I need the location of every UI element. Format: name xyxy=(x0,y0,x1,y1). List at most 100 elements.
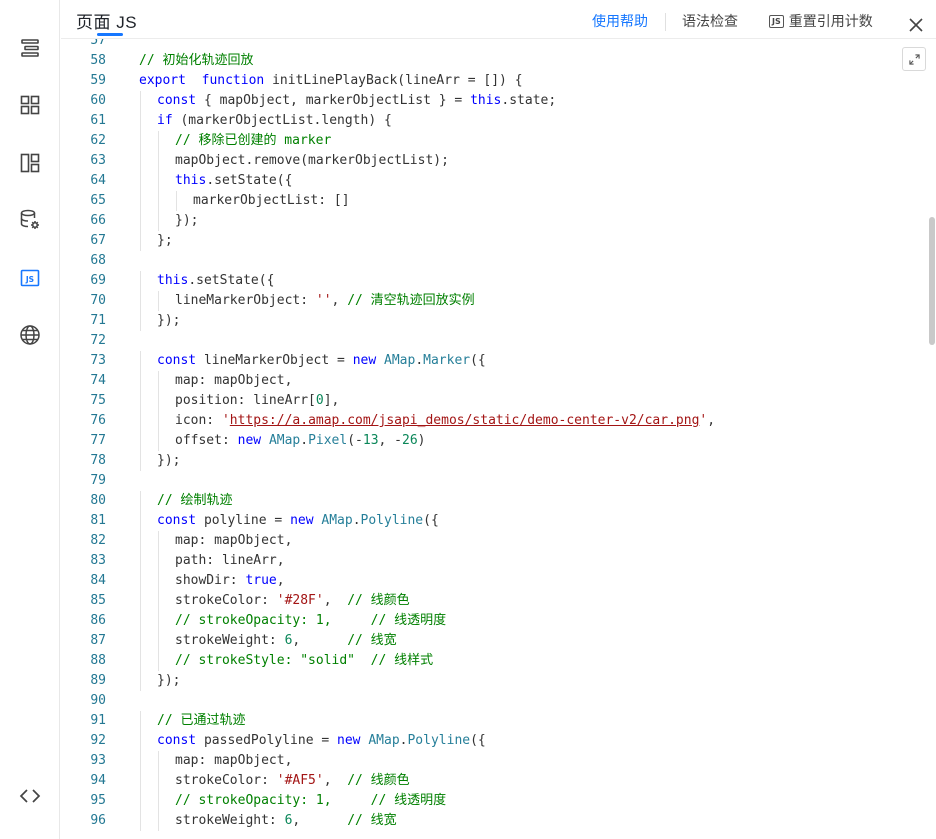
code-line[interactable]: 95 // strokeOpacity: 1, // 线透明度 xyxy=(61,791,936,811)
expand-icon[interactable] xyxy=(902,47,926,71)
line-code: const passedPolyline = new AMap.Polyline… xyxy=(157,731,486,751)
code-line[interactable]: 89}); xyxy=(61,671,936,691)
code-line[interactable]: 79 xyxy=(61,471,936,491)
indent-guide xyxy=(140,171,141,191)
code-token: showDir: xyxy=(175,573,246,588)
code-line[interactable]: 69 this.setState({ xyxy=(61,271,936,291)
code-line[interactable]: 77 offset: new AMap.Pixel(-13, -26) xyxy=(61,431,936,451)
code-token: // 线宽 xyxy=(347,813,397,828)
code-line[interactable]: 76 icon: 'https://a.amap.com/jsapi_demos/… xyxy=(61,411,936,431)
line-code: offset: new AMap.Pixel(-13, -26) xyxy=(175,431,426,451)
code-line[interactable]: 92 const passedPolyline = new AMap.Polyli… xyxy=(61,731,936,751)
code-line[interactable]: 58 // 初始化轨迹回放 xyxy=(61,51,936,71)
code-token: , xyxy=(331,293,348,308)
code-line[interactable]: 88 // strokeStyle: "solid" // 线样式 xyxy=(61,651,936,671)
code-token: AMap xyxy=(321,513,353,528)
code-line[interactable]: 59 export function initLinePlayBack(lineA… xyxy=(61,71,936,91)
indent-guide xyxy=(158,571,159,591)
line-code: // 已通过轨迹 xyxy=(157,711,245,731)
code-line[interactable]: 90 xyxy=(61,691,936,711)
code-token: const xyxy=(157,353,197,368)
page-js-tab[interactable]: 页面 JS xyxy=(76,8,137,33)
line-number: 96 xyxy=(90,813,106,828)
line-number: 77 xyxy=(90,433,106,448)
code-line[interactable]: 75 position: lineArr[0], xyxy=(61,391,936,411)
indent-guide xyxy=(140,611,141,631)
lint-check-button[interactable]: 语法检查 xyxy=(682,11,738,31)
code-line[interactable]: 70 lineMarkerObject: '', // 清空轨迹回放实例 xyxy=(61,291,936,311)
line-number: 90 xyxy=(90,693,106,708)
code-line[interactable]: 96 strokeWeight: 6, // 线宽 xyxy=(61,811,936,831)
code-line[interactable]: 78}); xyxy=(61,451,936,471)
close-icon[interactable] xyxy=(908,17,924,33)
code-line[interactable]: 64 this.setState({ xyxy=(61,171,936,191)
code-token: export xyxy=(139,73,186,88)
code-line[interactable]: 63 mapObject.remove(markerObjectList); xyxy=(61,151,936,171)
layout-icon[interactable] xyxy=(16,149,44,177)
code-line[interactable]: 87 strokeWeight: 6, // 线宽 xyxy=(61,631,936,651)
code-line[interactable]: 83 path: lineArr, xyxy=(61,551,936,571)
code-line[interactable]: 66}); xyxy=(61,211,936,231)
help-button[interactable]: 使用帮助 xyxy=(592,11,648,31)
code-line[interactable]: 71}); xyxy=(61,311,936,331)
components-grid-icon[interactable] xyxy=(16,91,44,119)
code-line[interactable]: 84 showDir: true, xyxy=(61,571,936,591)
code-line[interactable]: 72 xyxy=(61,331,936,351)
code-line[interactable]: 68 xyxy=(61,251,936,271)
line-code: this.setState({ xyxy=(175,171,292,191)
editor-scrollbar[interactable] xyxy=(928,39,936,839)
line-number: 94 xyxy=(90,773,106,788)
line-code: }; xyxy=(157,231,173,251)
scrollbar-thumb[interactable] xyxy=(929,217,935,345)
code-token: strokeWeight: xyxy=(175,813,285,828)
indent-guide xyxy=(158,411,159,431)
line-number: 81 xyxy=(90,513,106,528)
code-editor[interactable]: 57 58 // 初始化轨迹回放 59 export function initLine… xyxy=(61,39,936,839)
code-line[interactable]: 81 const polyline = new AMap.Polyline({ xyxy=(61,511,936,531)
code-line[interactable]: 67}; xyxy=(61,231,936,251)
indent-guide xyxy=(140,391,141,411)
line-code: // strokeOpacity: 1, // 线透明度 xyxy=(175,791,446,811)
code-line[interactable]: 61 if (markerObjectList.length) { xyxy=(61,111,936,131)
line-number: 91 xyxy=(90,713,106,728)
outline-tree-icon[interactable] xyxy=(16,34,44,62)
code-line[interactable]: 60 const { mapObject, markerObjectList } … xyxy=(61,91,936,111)
line-code: export function initLinePlayBack(lineArr… xyxy=(139,71,523,91)
line-number: 59 xyxy=(90,73,106,88)
code-line[interactable]: 94 strokeColor: '#AF5', // 线颜色 xyxy=(61,771,936,791)
code-line[interactable]: 62 // 移除已创建的 marker xyxy=(61,131,936,151)
code-line[interactable]: 86 // strokeOpacity: 1, // 线透明度 xyxy=(61,611,936,631)
code-token: , xyxy=(292,813,348,828)
line-number: 67 xyxy=(90,233,106,248)
indent-guide xyxy=(158,171,159,191)
panel-header: 页面 JS 使用帮助 语法检查 JS 重置引用计数 xyxy=(61,0,936,39)
code-token: . xyxy=(415,353,424,368)
js-code-icon[interactable]: JS xyxy=(16,264,44,292)
code-token: new xyxy=(290,513,314,528)
line-number: 80 xyxy=(90,493,106,508)
code-line[interactable]: 91 // 已通过轨迹 xyxy=(61,711,936,731)
code-token: path: lineArr, xyxy=(175,553,285,568)
code-line[interactable]: 73 const lineMarkerObject = new AMap.Mark… xyxy=(61,351,936,371)
indent-guide xyxy=(140,291,141,311)
indent-guide xyxy=(158,291,159,311)
code-line[interactable]: 57 xyxy=(61,39,936,51)
code-line[interactable]: 80 // 绘制轨迹 xyxy=(61,491,936,511)
code-token: { mapObject, markerObjectList } = xyxy=(196,93,471,108)
globe-icon[interactable] xyxy=(16,321,44,349)
reset-ref-count-label: 重置引用计数 xyxy=(788,14,873,30)
code-line[interactable]: 82 map: mapObject, xyxy=(61,531,936,551)
header-divider xyxy=(665,13,666,31)
code-token: }); xyxy=(175,213,199,228)
code-line[interactable]: 74 map: mapObject, xyxy=(61,371,936,391)
reset-ref-count-button[interactable]: JS 重置引用计数 xyxy=(769,11,873,31)
datasource-settings-icon[interactable] xyxy=(16,206,44,234)
indent-guide xyxy=(158,191,159,211)
line-number: 78 xyxy=(90,453,106,468)
code-line[interactable]: 85 strokeColor: '#28F', // 线颜色 xyxy=(61,591,936,611)
code-brackets-icon[interactable] xyxy=(16,782,44,810)
code-line[interactable]: 93 map: mapObject, xyxy=(61,751,936,771)
code-token: . xyxy=(300,433,309,448)
code-line[interactable]: 65 markerObjectList: [] xyxy=(61,191,936,211)
